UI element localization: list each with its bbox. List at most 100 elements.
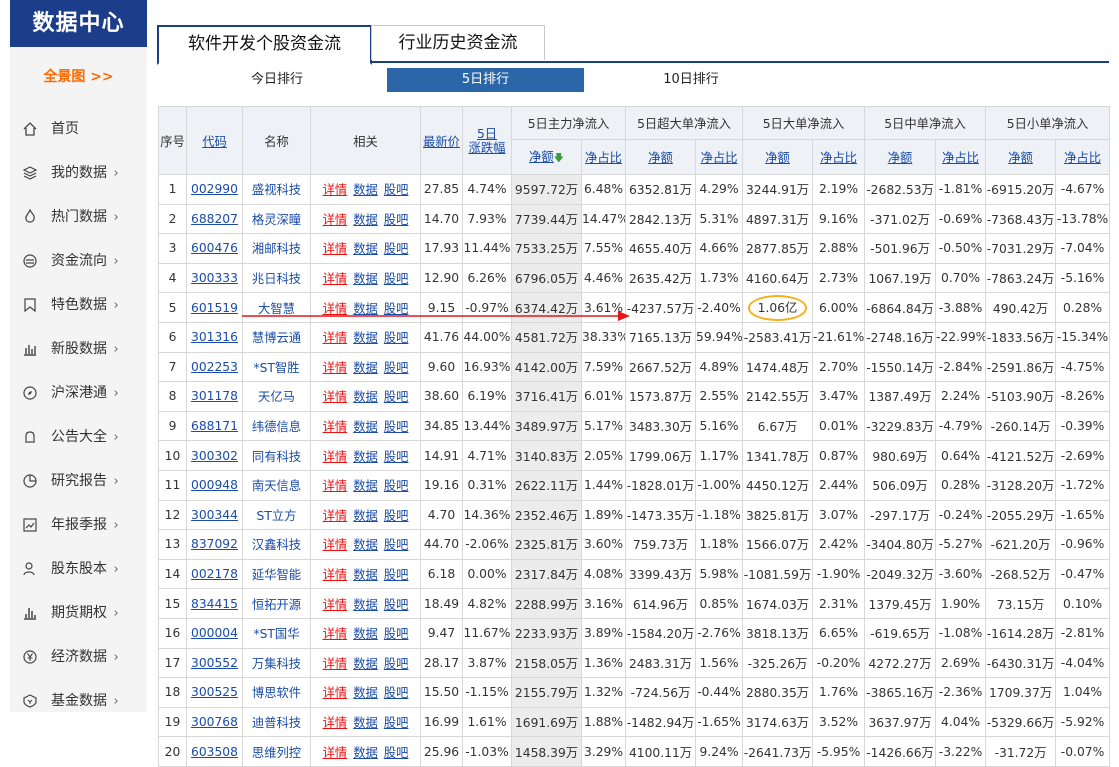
related-link-1[interactable]: 数据 [353,331,378,345]
related-link-1[interactable]: 数据 [353,450,378,464]
cell-code[interactable]: 300302 [186,440,243,471]
cell-code[interactable]: 603508 [186,736,243,767]
sidebar-item-11[interactable]: 期货期权 › [10,591,147,635]
cell-code[interactable]: 002253 [186,351,243,383]
related-link-2[interactable]: 股吧 [384,686,409,700]
overview-link[interactable]: 全景图 >> [10,47,147,107]
cell-code[interactable]: 300333 [186,262,243,294]
cell-name[interactable]: 盛视科技 [242,174,311,205]
cell-code[interactable]: 000948 [186,469,243,501]
cell-code[interactable]: 002178 [186,558,243,590]
cell-name[interactable]: 格灵深瞳 [242,203,311,235]
related-link-0[interactable]: 详情 [323,657,348,671]
cell-name[interactable]: 湘邮科技 [242,233,311,264]
related-link-0[interactable]: 详情 [323,450,348,464]
related-link-2[interactable]: 股吧 [384,716,409,730]
related-link-2[interactable]: 股吧 [384,213,409,227]
cell-code[interactable]: 300552 [186,647,243,679]
related-link-0[interactable]: 详情 [323,746,348,760]
related-link-1[interactable]: 数据 [353,509,378,523]
cell-name[interactable]: *ST智胜 [242,351,311,383]
cell-name[interactable]: 思维列控 [242,736,311,767]
sort-medium-amount[interactable]: 净额 [864,139,937,175]
related-link-2[interactable]: 股吧 [384,272,409,286]
related-link-2[interactable]: 股吧 [384,509,409,523]
cell-code[interactable]: 834415 [186,588,243,619]
related-link-0[interactable]: 详情 [323,509,348,523]
related-link-2[interactable]: 股吧 [384,627,409,641]
cell-code[interactable]: 688207 [186,203,243,235]
related-link-2[interactable]: 股吧 [384,331,409,345]
cell-name[interactable]: 延华智能 [242,558,311,590]
cell-name[interactable]: 慧博云通 [242,321,311,353]
sort-main-amount[interactable]: 净额🡇 [511,139,582,175]
related-link-2[interactable]: 股吧 [384,598,409,612]
related-link-0[interactable]: 详情 [323,183,348,197]
cell-name[interactable]: ST立方 [242,499,311,531]
related-link-1[interactable]: 数据 [353,716,378,730]
related-link-1[interactable]: 数据 [353,686,378,700]
related-link-0[interactable]: 详情 [323,242,348,256]
cell-name[interactable]: *ST国华 [242,617,311,649]
cell-code[interactable]: 600476 [186,233,243,264]
sort-main-ratio[interactable]: 净占比 [580,139,627,175]
sidebar-item-13[interactable]: 基金数据 › [10,679,147,723]
related-link-1[interactable]: 数据 [353,361,378,375]
cell-code[interactable]: 688171 [186,410,243,442]
related-link-1[interactable]: 数据 [353,213,378,227]
cell-code[interactable]: 301316 [186,321,243,353]
related-link-0[interactable]: 详情 [323,213,348,227]
related-link-1[interactable]: 数据 [353,242,378,256]
related-link-0[interactable]: 详情 [323,302,348,316]
cell-name[interactable]: 大智慧 [242,292,311,323]
related-link-1[interactable]: 数据 [353,598,378,612]
tab-industry-history-flow[interactable]: 行业历史资金流 [371,25,545,60]
cell-code[interactable]: 601519 [186,292,243,323]
cell-name[interactable]: 南天信息 [242,469,311,501]
related-link-0[interactable]: 详情 [323,686,348,700]
related-link-1[interactable]: 数据 [353,538,378,552]
tab-stock-fund-flow[interactable]: 软件开发个股资金流 [157,25,372,65]
sidebar-item-5[interactable]: 新股数据 › [10,327,147,371]
cell-code[interactable]: 837092 [186,529,243,560]
sort-super-ratio[interactable]: 净占比 [695,139,744,175]
related-link-0[interactable]: 详情 [323,568,348,582]
cell-name[interactable]: 同有科技 [242,440,311,471]
cell-code[interactable]: 300768 [186,706,243,738]
related-link-1[interactable]: 数据 [353,272,378,286]
related-link-1[interactable]: 数据 [353,183,378,197]
sort-large-ratio[interactable]: 净占比 [812,139,866,175]
related-link-1[interactable]: 数据 [353,746,378,760]
sidebar-item-2[interactable]: 热门数据 › [10,195,147,239]
related-link-0[interactable]: 详情 [323,627,348,641]
cell-name[interactable]: 恒拓开源 [242,588,311,619]
related-link-0[interactable]: 详情 [323,479,348,493]
related-link-1[interactable]: 数据 [353,657,378,671]
related-link-2[interactable]: 股吧 [384,302,409,316]
related-link-1[interactable]: 数据 [353,479,378,493]
cell-name[interactable]: 兆日科技 [242,262,311,294]
sidebar-item-9[interactable]: 年报季报 › [10,503,147,547]
sidebar-item-1[interactable]: 我的数据 › [10,151,147,195]
related-link-1[interactable]: 数据 [353,420,378,434]
related-link-0[interactable]: 详情 [323,598,348,612]
sidebar-item-3[interactable]: 资金流向 › [10,239,147,283]
col-5day-change[interactable]: 5日 涨跌幅 [462,106,512,175]
cell-name[interactable]: 博思软件 [242,677,311,708]
related-link-2[interactable]: 股吧 [384,746,409,760]
related-link-1[interactable]: 数据 [353,627,378,641]
cell-name[interactable]: 天亿马 [242,381,311,412]
cell-code[interactable]: 002990 [186,174,243,205]
cell-name[interactable]: 迪普科技 [242,706,311,738]
cell-name[interactable]: 万集科技 [242,647,311,679]
sidebar-item-0[interactable]: 首页 [10,107,147,151]
related-link-1[interactable]: 数据 [353,568,378,582]
col-code[interactable]: 代码 [186,106,243,175]
cell-name[interactable]: 汉鑫科技 [242,529,311,560]
related-link-2[interactable]: 股吧 [384,479,409,493]
sort-large-amount[interactable]: 净额 [742,139,814,175]
related-link-2[interactable]: 股吧 [384,657,409,671]
related-link-2[interactable]: 股吧 [384,450,409,464]
related-link-0[interactable]: 详情 [323,331,348,345]
subtab-10day[interactable]: 10日排行 [621,68,761,92]
